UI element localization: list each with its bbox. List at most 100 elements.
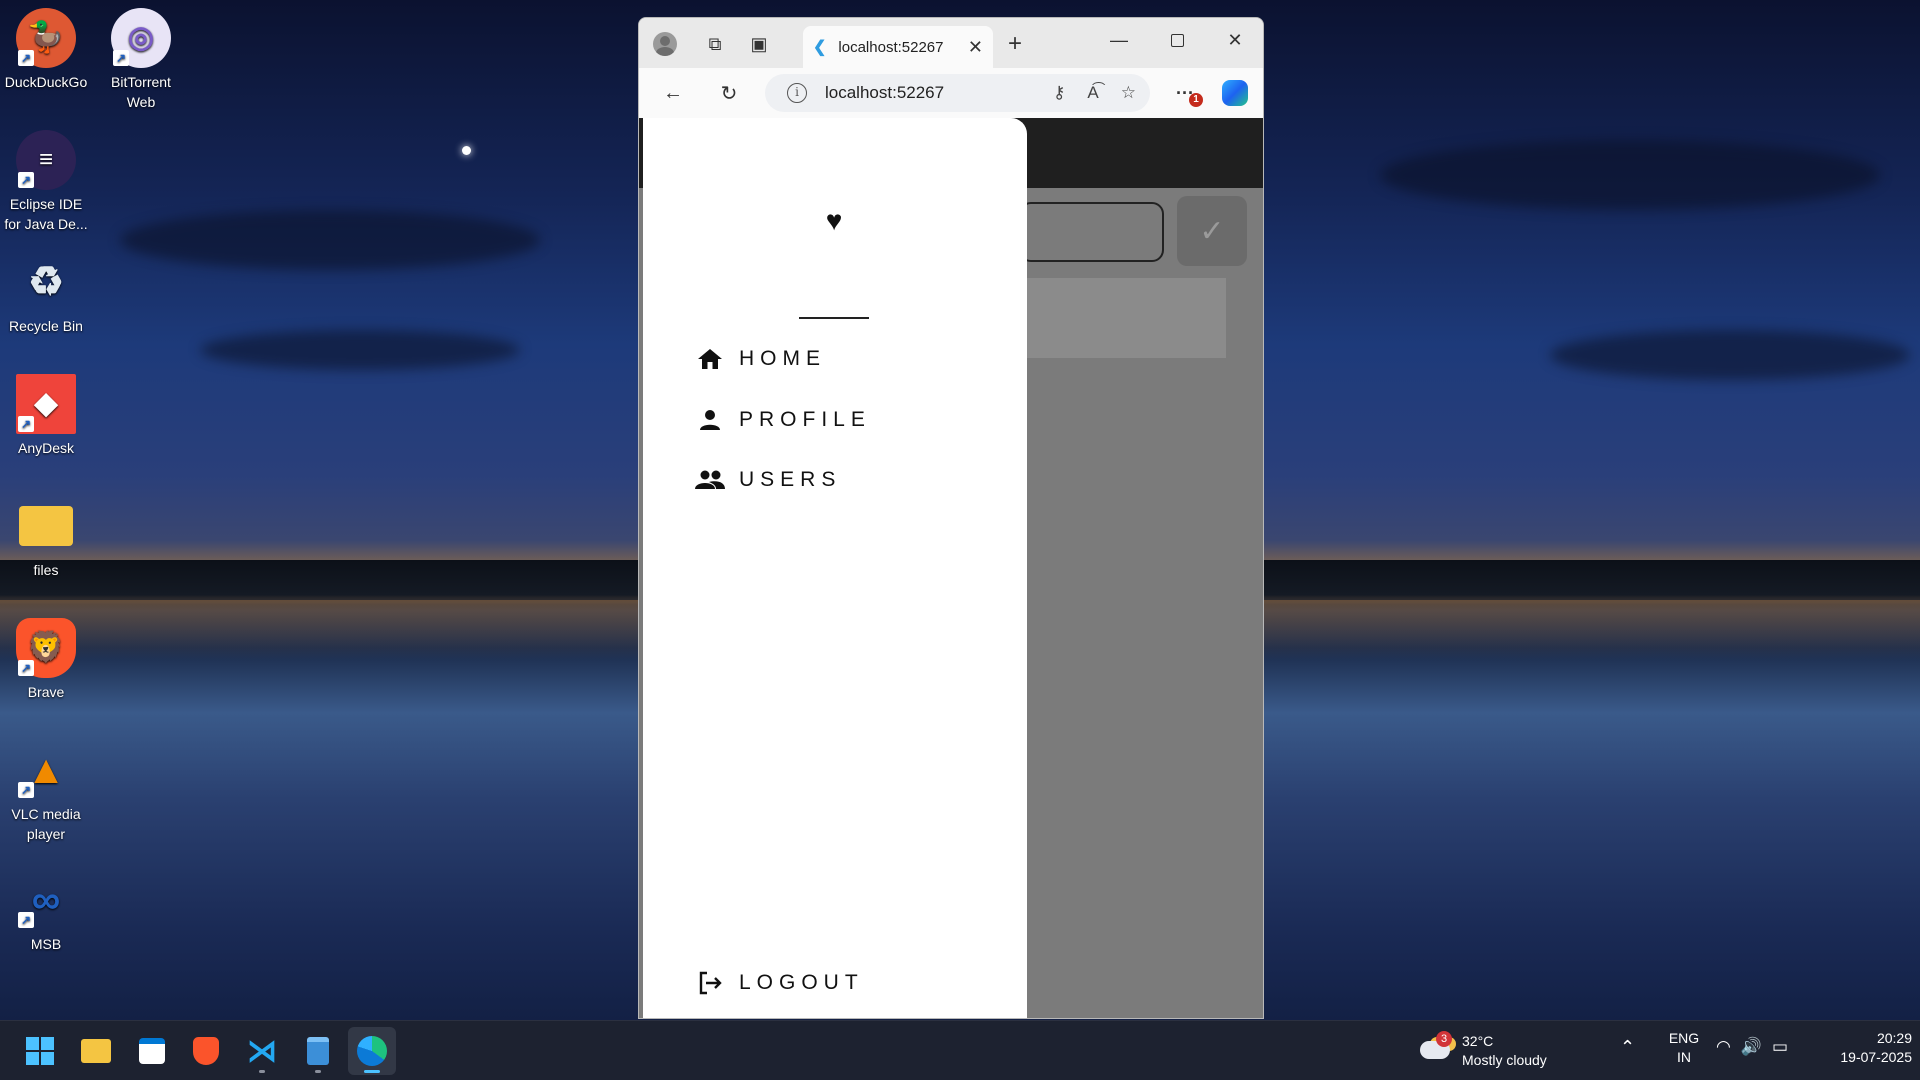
- shortcut-arrow-icon: ↗: [18, 782, 34, 798]
- taskbar-microsoft-store[interactable]: [128, 1027, 176, 1075]
- back-button[interactable]: ←: [659, 79, 687, 107]
- group-icon: [695, 465, 725, 495]
- start-button[interactable]: [16, 1027, 64, 1075]
- desktop-icon-eclipse[interactable]: ≡ ↗ Eclipse IDE for Java De...: [0, 130, 92, 234]
- desktop-icon-duckduckgo[interactable]: 🦆 ↗ DuckDuckGo: [0, 8, 92, 92]
- drawer-item-profile[interactable]: PROFILE: [695, 405, 871, 435]
- logout-icon: [695, 968, 725, 998]
- drawer-item-users[interactable]: USERS: [695, 465, 841, 495]
- desktop-icon-bittorrent[interactable]: ◎ ↗ BitTorrent Web: [95, 8, 187, 112]
- tab-title: localhost:52267: [838, 38, 944, 56]
- person-icon: [695, 405, 725, 435]
- desktop-icon-vlc[interactable]: ▲ ↗ VLC media player: [0, 740, 92, 844]
- brave-icon: 🦁 ↗: [16, 618, 76, 678]
- flutter-favicon-icon: ❮: [813, 39, 827, 56]
- weather-widget[interactable]: 3 32°C Mostly cloudy: [1420, 1029, 1570, 1073]
- language-indicator[interactable]: ENG IN: [1664, 1029, 1704, 1067]
- running-indicator: [259, 1070, 265, 1073]
- show-hidden-icons-button[interactable]: ⌃: [1620, 1037, 1635, 1058]
- wifi-icon: ◠: [1716, 1037, 1731, 1056]
- close-window-button[interactable]: ✕: [1221, 26, 1249, 54]
- drawer-item-home[interactable]: HOME: [695, 344, 826, 374]
- refresh-icon: ↻: [720, 82, 738, 105]
- check-icon: ✓: [1199, 214, 1225, 248]
- home-icon: [695, 344, 725, 374]
- taskbar-notepad[interactable]: [294, 1027, 342, 1075]
- password-key-icon[interactable]: ⚷: [1053, 83, 1065, 103]
- quick-settings[interactable]: ◠ 🔊 ▭: [1716, 1037, 1788, 1057]
- tab-active[interactable]: ❮ localhost:52267 ✕: [803, 26, 993, 68]
- taskbar-edge[interactable]: [348, 1027, 396, 1075]
- close-icon: ✕: [1227, 29, 1243, 50]
- drawer-logout[interactable]: LOGOUT: [695, 968, 864, 998]
- tab-bar: ⧉ ▣ ❮ localhost:52267 ✕ + — ✕: [639, 18, 1263, 68]
- url-actions: ⚷ A͡ ☆: [1053, 74, 1136, 112]
- workspaces-icon: ⧉: [708, 33, 722, 54]
- maximize-button[interactable]: [1163, 26, 1191, 54]
- text-input[interactable]: [1019, 202, 1164, 262]
- desktop-icon-files[interactable]: files: [0, 496, 92, 580]
- desktop-icon-msb[interactable]: ∞ ↗ MSB: [0, 870, 92, 954]
- new-tab-button[interactable]: +: [1001, 30, 1029, 58]
- vertical-tabs-button[interactable]: ▣: [745, 30, 773, 58]
- refresh-button[interactable]: ↻: [715, 79, 743, 107]
- desktop-icon-label: Eclipse IDE for Java De...: [4, 196, 88, 232]
- battery-icon: ▭: [1772, 1037, 1789, 1056]
- desktop-icon-label: Recycle Bin: [9, 318, 83, 334]
- plus-icon: +: [1007, 30, 1022, 57]
- maximize-icon: [1170, 33, 1184, 47]
- favorite-star-icon[interactable]: ☆: [1121, 83, 1136, 103]
- wallpaper-cloud: [1550, 330, 1910, 380]
- minimize-icon: —: [1110, 29, 1128, 50]
- desktop-icon-recycle-bin[interactable]: ♻ Recycle Bin: [0, 252, 92, 336]
- navigation-drawer: ♥ HOME PROFILE USERS LOGOUT: [643, 118, 1027, 1018]
- notification-badge: 1: [1189, 93, 1203, 107]
- moon: [462, 146, 471, 155]
- vlc-icon: ▲ ↗: [16, 740, 76, 800]
- recycle-bin-icon: ♻: [28, 260, 64, 304]
- settings-more-button[interactable]: ··· 1: [1171, 79, 1203, 107]
- workspaces-button[interactable]: ⧉: [701, 30, 729, 58]
- eclipse-icon: ≡ ↗: [16, 130, 76, 190]
- heart-icon: ♥: [825, 205, 843, 236]
- submit-button[interactable]: ✓: [1177, 196, 1247, 266]
- profile-button[interactable]: [651, 30, 679, 58]
- copilot-button[interactable]: [1221, 79, 1249, 107]
- msb-icon: ∞ ↗: [16, 870, 76, 930]
- address-bar-row: ← ↻ i localhost:52267 ⚷ A͡ ☆ ··· 1: [639, 68, 1263, 118]
- bittorrent-icon: ◎ ↗: [111, 8, 171, 68]
- duckduckgo-icon: 🦆 ↗: [16, 8, 76, 68]
- desktop-icon-label: BitTorrent Web: [111, 74, 171, 110]
- clock[interactable]: 20:29 19-07-2025: [1812, 1029, 1912, 1067]
- edge-icon: [357, 1036, 387, 1066]
- back-arrow-icon: ←: [663, 81, 683, 104]
- desktop-icon-anydesk[interactable]: ◆ ↗ AnyDesk: [0, 374, 92, 458]
- site-info-icon[interactable]: i: [787, 83, 807, 103]
- taskbar-file-explorer[interactable]: [72, 1027, 120, 1075]
- desktop-icon-label: DuckDuckGo: [4, 74, 88, 90]
- url-field[interactable]: i localhost:52267 ⚷ A͡ ☆: [765, 74, 1150, 112]
- url-text: localhost:52267: [825, 83, 945, 102]
- desktop-icon-label: Brave: [27, 684, 65, 700]
- minimize-button[interactable]: —: [1105, 26, 1133, 54]
- brave-icon: [193, 1037, 219, 1065]
- running-indicator: [315, 1070, 321, 1073]
- weather-badge: 3: [1436, 1031, 1452, 1047]
- drawer-item-label: PROFILE: [739, 408, 871, 431]
- region-code: IN: [1677, 1049, 1691, 1065]
- desktop-icon-label: VLC media player: [11, 806, 81, 842]
- anydesk-icon: ◆ ↗: [16, 374, 76, 434]
- folder-icon: [81, 1039, 111, 1063]
- desktop-icon-brave[interactable]: 🦁 ↗ Brave: [0, 618, 92, 702]
- taskbar: ⋊ 3 32°C Mostly cloudy ⌃ ENG IN ◠ 🔊 ▭ 20…: [0, 1020, 1920, 1080]
- taskbar-brave[interactable]: [182, 1027, 230, 1075]
- shortcut-arrow-icon: ↗: [18, 912, 34, 928]
- tab-close-icon[interactable]: ✕: [968, 37, 983, 58]
- drawer-item-label: USERS: [739, 468, 842, 491]
- running-indicator: [364, 1070, 380, 1073]
- clock-date: 19-07-2025: [1840, 1049, 1912, 1065]
- read-aloud-icon[interactable]: A͡: [1087, 83, 1098, 103]
- content-card: [1019, 278, 1226, 358]
- drawer-divider: [799, 317, 869, 319]
- taskbar-vscode[interactable]: ⋊: [238, 1027, 286, 1075]
